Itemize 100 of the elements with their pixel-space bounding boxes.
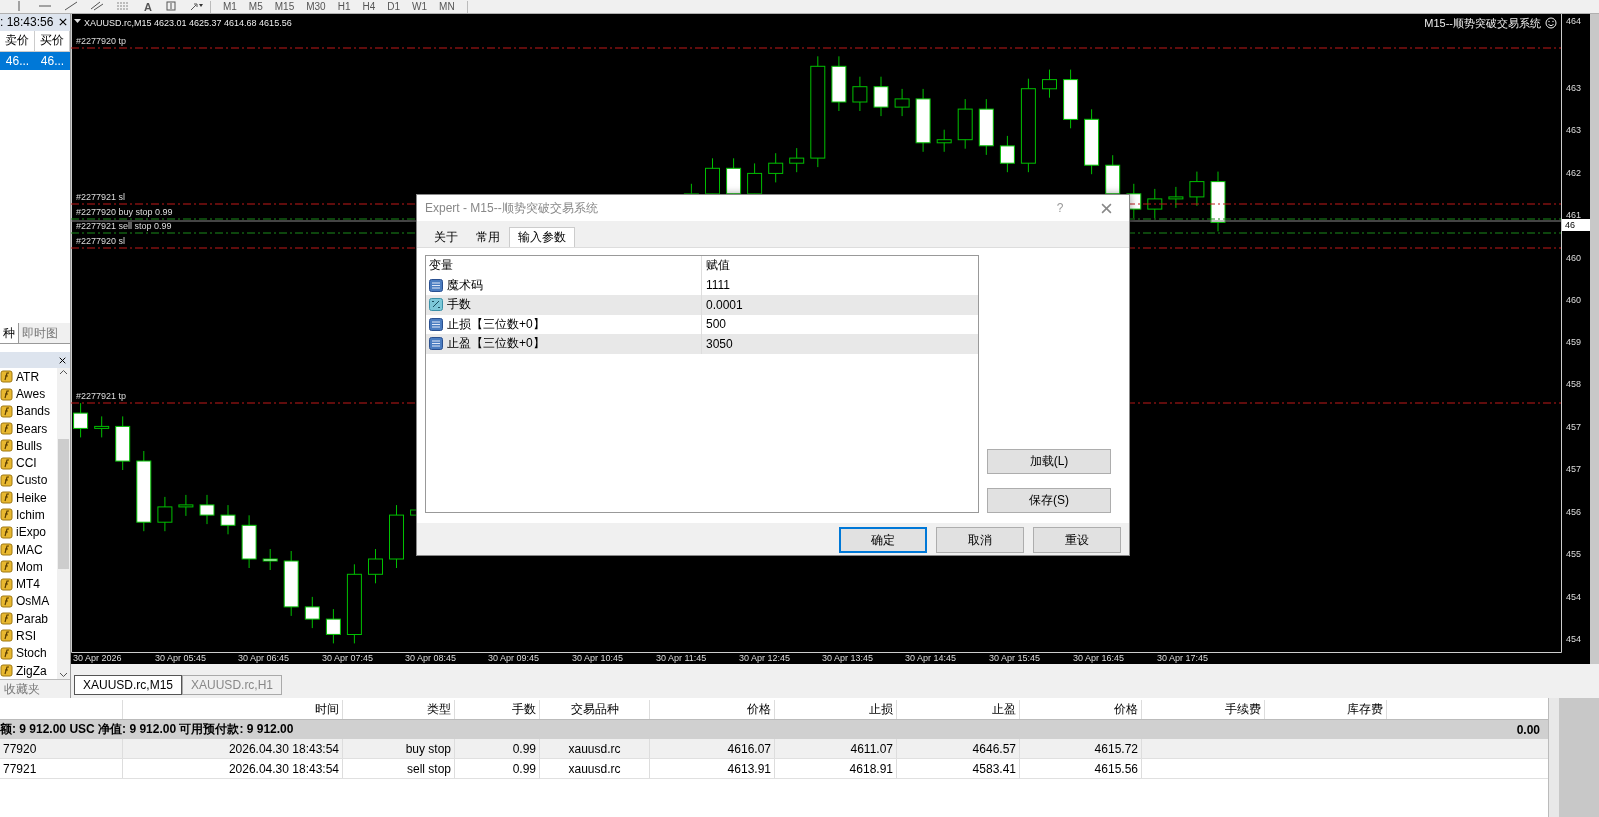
chart-header: XAUUSD.rc,M15 4623.01 4625.37 4614.68 4615.56 — [84, 18, 292, 28]
indicator-item[interactable]: iExpo — [16, 525, 47, 540]
candle — [768, 152, 784, 183]
indicator-item[interactable]: ATR — [16, 369, 40, 384]
table-cell: 4611.07 — [775, 739, 897, 758]
column-header: 手续费 — [1142, 700, 1265, 719]
indicator-item[interactable]: Bulls — [16, 438, 42, 453]
text-tool[interactable]: A — [144, 0, 152, 13]
column-header: 卖价 — [0, 30, 35, 51]
parameter-value[interactable]: 500 — [702, 317, 727, 332]
price-label: 454 — [1566, 634, 1582, 644]
time-label: 30 Apr 2026 — [73, 653, 122, 663]
indicator-item[interactable]: Custo — [16, 473, 48, 488]
timeframe-button[interactable]: M30 — [300, 0, 332, 13]
close-icon[interactable] — [59, 356, 66, 364]
indicator-icon — [0, 646, 13, 660]
time-label: 30 Apr 05:45 — [155, 653, 207, 663]
close-icon[interactable] — [59, 18, 67, 27]
dialog-tab[interactable]: 常用 — [467, 227, 509, 247]
dialog-tab[interactable]: 输入参数 — [509, 227, 575, 247]
scrollbar[interactable] — [1548, 698, 1559, 817]
timeframe-button[interactable]: M5 — [242, 0, 269, 13]
scroll-down-icon[interactable] — [59, 670, 68, 680]
indicator-item[interactable]: Ichim — [16, 508, 45, 522]
total-value: 0.00 — [1516, 722, 1540, 737]
indicator-item[interactable]: RSI — [16, 628, 36, 643]
candle — [262, 548, 278, 571]
panel-tab[interactable]: 即时图 — [19, 323, 61, 344]
indicator-icon — [0, 473, 13, 487]
indicator-item[interactable]: MAC — [16, 542, 43, 557]
time-label: 30 Apr 11:45 — [656, 653, 707, 663]
price-label: 461 — [1566, 210, 1582, 220]
indicator-item[interactable]: Mom — [16, 559, 43, 574]
parameter-value[interactable]: 0.0001 — [702, 297, 743, 312]
side-button[interactable]: 保存(S) — [987, 488, 1111, 513]
channel-icon[interactable] — [90, 0, 104, 11]
price-label: 464 — [1566, 16, 1582, 26]
column-header: 时间 — [123, 700, 343, 719]
indicator-item[interactable]: MT4 — [16, 577, 40, 592]
indicator-item[interactable]: CCI — [16, 456, 37, 471]
order-label: #2277920 tp — [76, 36, 127, 46]
column-header: 止损 — [775, 700, 897, 719]
account-summary: 额: 9 912.00 USC 净值: 9 912.00 可用预付款: 9 912.00 — [0, 721, 294, 738]
indicator-icon — [0, 508, 13, 522]
parameter-value[interactable]: 3050 — [702, 336, 733, 351]
dialog-button[interactable]: 取消 — [936, 527, 1024, 553]
column-header: 止盈 — [897, 700, 1020, 719]
candle — [915, 88, 931, 153]
side-button[interactable]: 加载(L) — [987, 449, 1111, 474]
timeframe-button[interactable]: M1 — [216, 0, 243, 13]
candle — [241, 514, 257, 569]
price-label: 463 — [1566, 125, 1582, 135]
chart-tab[interactable]: XAUUSD.rc,M15 — [74, 675, 183, 695]
parameter-name[interactable]: 手数 — [447, 296, 471, 314]
scrollbar-thumb[interactable] — [58, 438, 69, 569]
parameter-name[interactable]: 魔术码 — [447, 276, 483, 294]
parameter-name[interactable]: 止盈【三位数+0】 — [447, 335, 545, 353]
timeframe-button[interactable]: M15 — [268, 0, 301, 13]
indicator-icon — [0, 439, 13, 453]
timeframe-button[interactable]: W1 — [406, 0, 434, 13]
indicator-item[interactable]: Heike — [16, 490, 47, 505]
table-cell: sell stop — [343, 759, 455, 778]
timeframe-button[interactable]: D1 — [381, 0, 407, 13]
table-cell: 4615.56 — [1020, 759, 1142, 778]
order-label: #2277920 buy stop 0.99 — [76, 207, 173, 217]
price-label: 454 — [1566, 592, 1582, 602]
price-label: 463 — [1566, 83, 1582, 93]
parameter-name[interactable]: 止损【三位数+0】 — [447, 315, 545, 333]
indicator-item[interactable]: Parab — [16, 611, 49, 626]
indicator-item[interactable]: Awes — [16, 387, 46, 401]
candle — [1210, 171, 1226, 232]
indicator-item[interactable]: Bands — [16, 404, 51, 419]
indicator-item[interactable]: ZigZa — [16, 663, 47, 678]
panel-tab[interactable]: 种 — [0, 323, 19, 344]
parameter-value[interactable]: 1111 — [702, 278, 731, 293]
dialog-tab[interactable]: 关于 — [425, 227, 467, 247]
timeframe-button[interactable]: H1 — [331, 0, 357, 13]
timeframe-button[interactable]: MN — [433, 0, 461, 13]
column-header: 交易品种 — [540, 700, 650, 719]
time-label: 30 Apr 10:45 — [572, 653, 624, 663]
timeframe-button[interactable]: H4 — [356, 0, 382, 13]
dialog-button[interactable]: 确定 — [839, 527, 927, 553]
dropdown-icon[interactable] — [74, 19, 81, 23]
indicator-item[interactable]: Bears — [16, 421, 48, 436]
dialog-button[interactable]: 重设 — [1033, 527, 1121, 553]
indicator-icon — [0, 387, 13, 401]
price-label: 460 — [1566, 253, 1582, 263]
column-header: 手数 — [455, 700, 540, 719]
table-cell: 77920 — [0, 739, 123, 758]
indicator-item[interactable]: Stoch — [16, 646, 47, 661]
column-header: 买价 — [35, 30, 70, 51]
trendline-icon[interactable] — [64, 0, 78, 11]
indicator-icon — [0, 594, 13, 608]
label-icon[interactable] — [163, 0, 178, 11]
table-cell: 2026.04.30 18:43:54 — [123, 759, 343, 778]
time-label: 30 Apr 16:45 — [1073, 653, 1125, 663]
arrow-tool-icon[interactable] — [189, 0, 204, 11]
indicator-item[interactable]: OsMA — [16, 594, 50, 609]
candle — [873, 76, 889, 117]
current-price-label: 46 — [1562, 219, 1590, 231]
